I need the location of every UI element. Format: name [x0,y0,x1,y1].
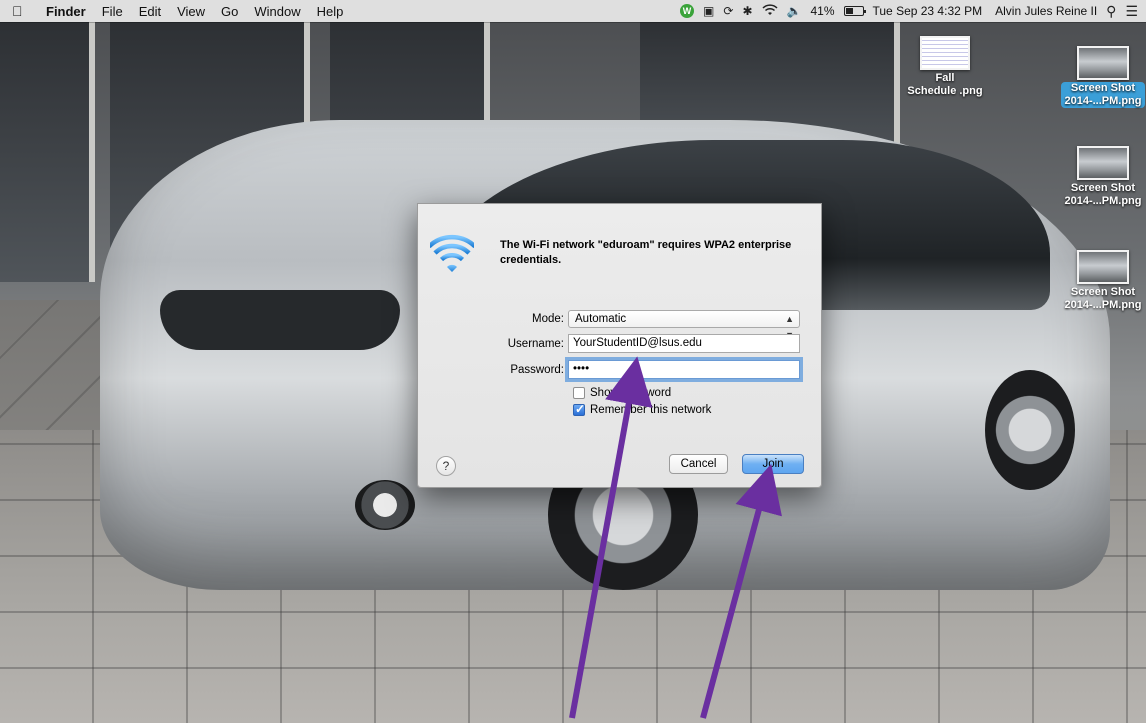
password-field[interactable]: •••• [568,360,800,379]
remember-network-checkbox[interactable] [573,402,585,416]
wallpaper-car-wheel [985,370,1075,490]
wallpaper-car-foglamp [355,480,415,530]
mode-label: Mode: [532,313,564,325]
show-password-checkbox[interactable] [573,387,585,399]
wifi-status-icon[interactable] [761,3,778,19]
cancel-button[interactable]: Cancel [669,454,728,474]
time-machine-icon[interactable]: ⟳ [723,4,733,18]
password-row: Password: •••• [418,360,800,379]
file-label-line1: Screen Shot [1070,182,1136,194]
bluetooth-icon[interactable]: ✱ [742,4,752,18]
file-label-line1: Screen Shot [1070,82,1136,94]
menu-view[interactable]: View [169,4,213,19]
menu-extras: W ▣ ⟳ ✱ 🔈 41% Tue Sep 23 4:32 PM Alvin J… [680,3,1146,20]
username-label: Username: [507,337,564,350]
help-button[interactable]: ? [436,456,456,476]
file-thumbnail-image [1077,46,1129,80]
desktop-file[interactable]: Fall Schedule .png [890,36,1000,98]
file-label-line2: 2014-...PM.png [1064,195,1142,207]
menu-go[interactable]: Go [213,4,246,19]
mode-row: Mode: Automatic ▲▼ [418,310,800,340]
desktop-file-selected[interactable]: Screen Shot 2014-...PM.png [1048,46,1146,108]
battery-percent[interactable]: 41% [810,4,834,18]
wifi-credentials-dialog: The Wi-Fi network "eduroam" requires WPA… [417,203,822,488]
password-label: Password: [510,363,564,376]
show-password-label: Show password [590,387,672,399]
notification-center-icon[interactable]: ☰ [1125,3,1138,20]
wallpaper-window [0,22,95,282]
menu-clock[interactable]: Tue Sep 23 4:32 PM [873,4,983,18]
remember-network-label: Remember this network [590,404,712,416]
file-thumbnail-image [1077,250,1129,284]
volume-icon[interactable]: 🔈 [787,4,802,18]
file-label-line2: 2014-...PM.png [1064,299,1142,311]
menu-bar:  Finder File Edit View Go Window Help W… [0,0,1146,22]
user-name[interactable]: Alvin Jules Reine II [995,4,1097,18]
airplay-icon[interactable]: ▣ [703,4,714,18]
wallpaper-car-grille [160,290,400,350]
mode-value: Automatic [575,313,627,325]
dialog-message: The Wi-Fi network "eduroam" requires WPA… [500,239,792,266]
battery-icon[interactable] [843,6,866,16]
menu-help[interactable]: Help [309,4,352,19]
menu-edit[interactable]: Edit [131,4,169,19]
file-thumbnail-image [1077,146,1129,180]
file-label-line2: Schedule .png [907,85,983,97]
username-row: Username: YourStudentID@lsus.edu [418,334,800,353]
join-button[interactable]: Join [742,454,804,474]
file-thumbnail-document [920,36,970,70]
remember-network-row[interactable]: Remember this network [573,402,712,416]
menu-file[interactable]: File [94,4,131,19]
desktop-file[interactable]: Screen Shot 2014-...PM.png [1048,146,1146,208]
spotlight-search-icon[interactable]: ⚲ [1106,3,1116,20]
menu-app-finder[interactable]: Finder [38,4,94,19]
file-label-line1: Screen Shot [1070,286,1136,298]
show-password-row[interactable]: Show password [573,387,671,399]
file-label-line1: Fall [935,72,955,84]
wifi-icon [430,234,474,272]
menu-window[interactable]: Window [246,4,308,19]
file-label-line2: 2014-...PM.png [1064,95,1142,107]
username-field[interactable]: YourStudentID@lsus.edu [568,334,800,353]
w-app-icon[interactable]: W [680,4,695,18]
mode-select[interactable]: Automatic ▲▼ [568,310,800,340]
file-label-selected: Screen Shot 2014-...PM.png [1061,82,1145,108]
apple-menu-icon[interactable]:  [12,3,32,19]
desktop-file[interactable]: Screen Shot 2014-...PM.png [1048,250,1146,312]
